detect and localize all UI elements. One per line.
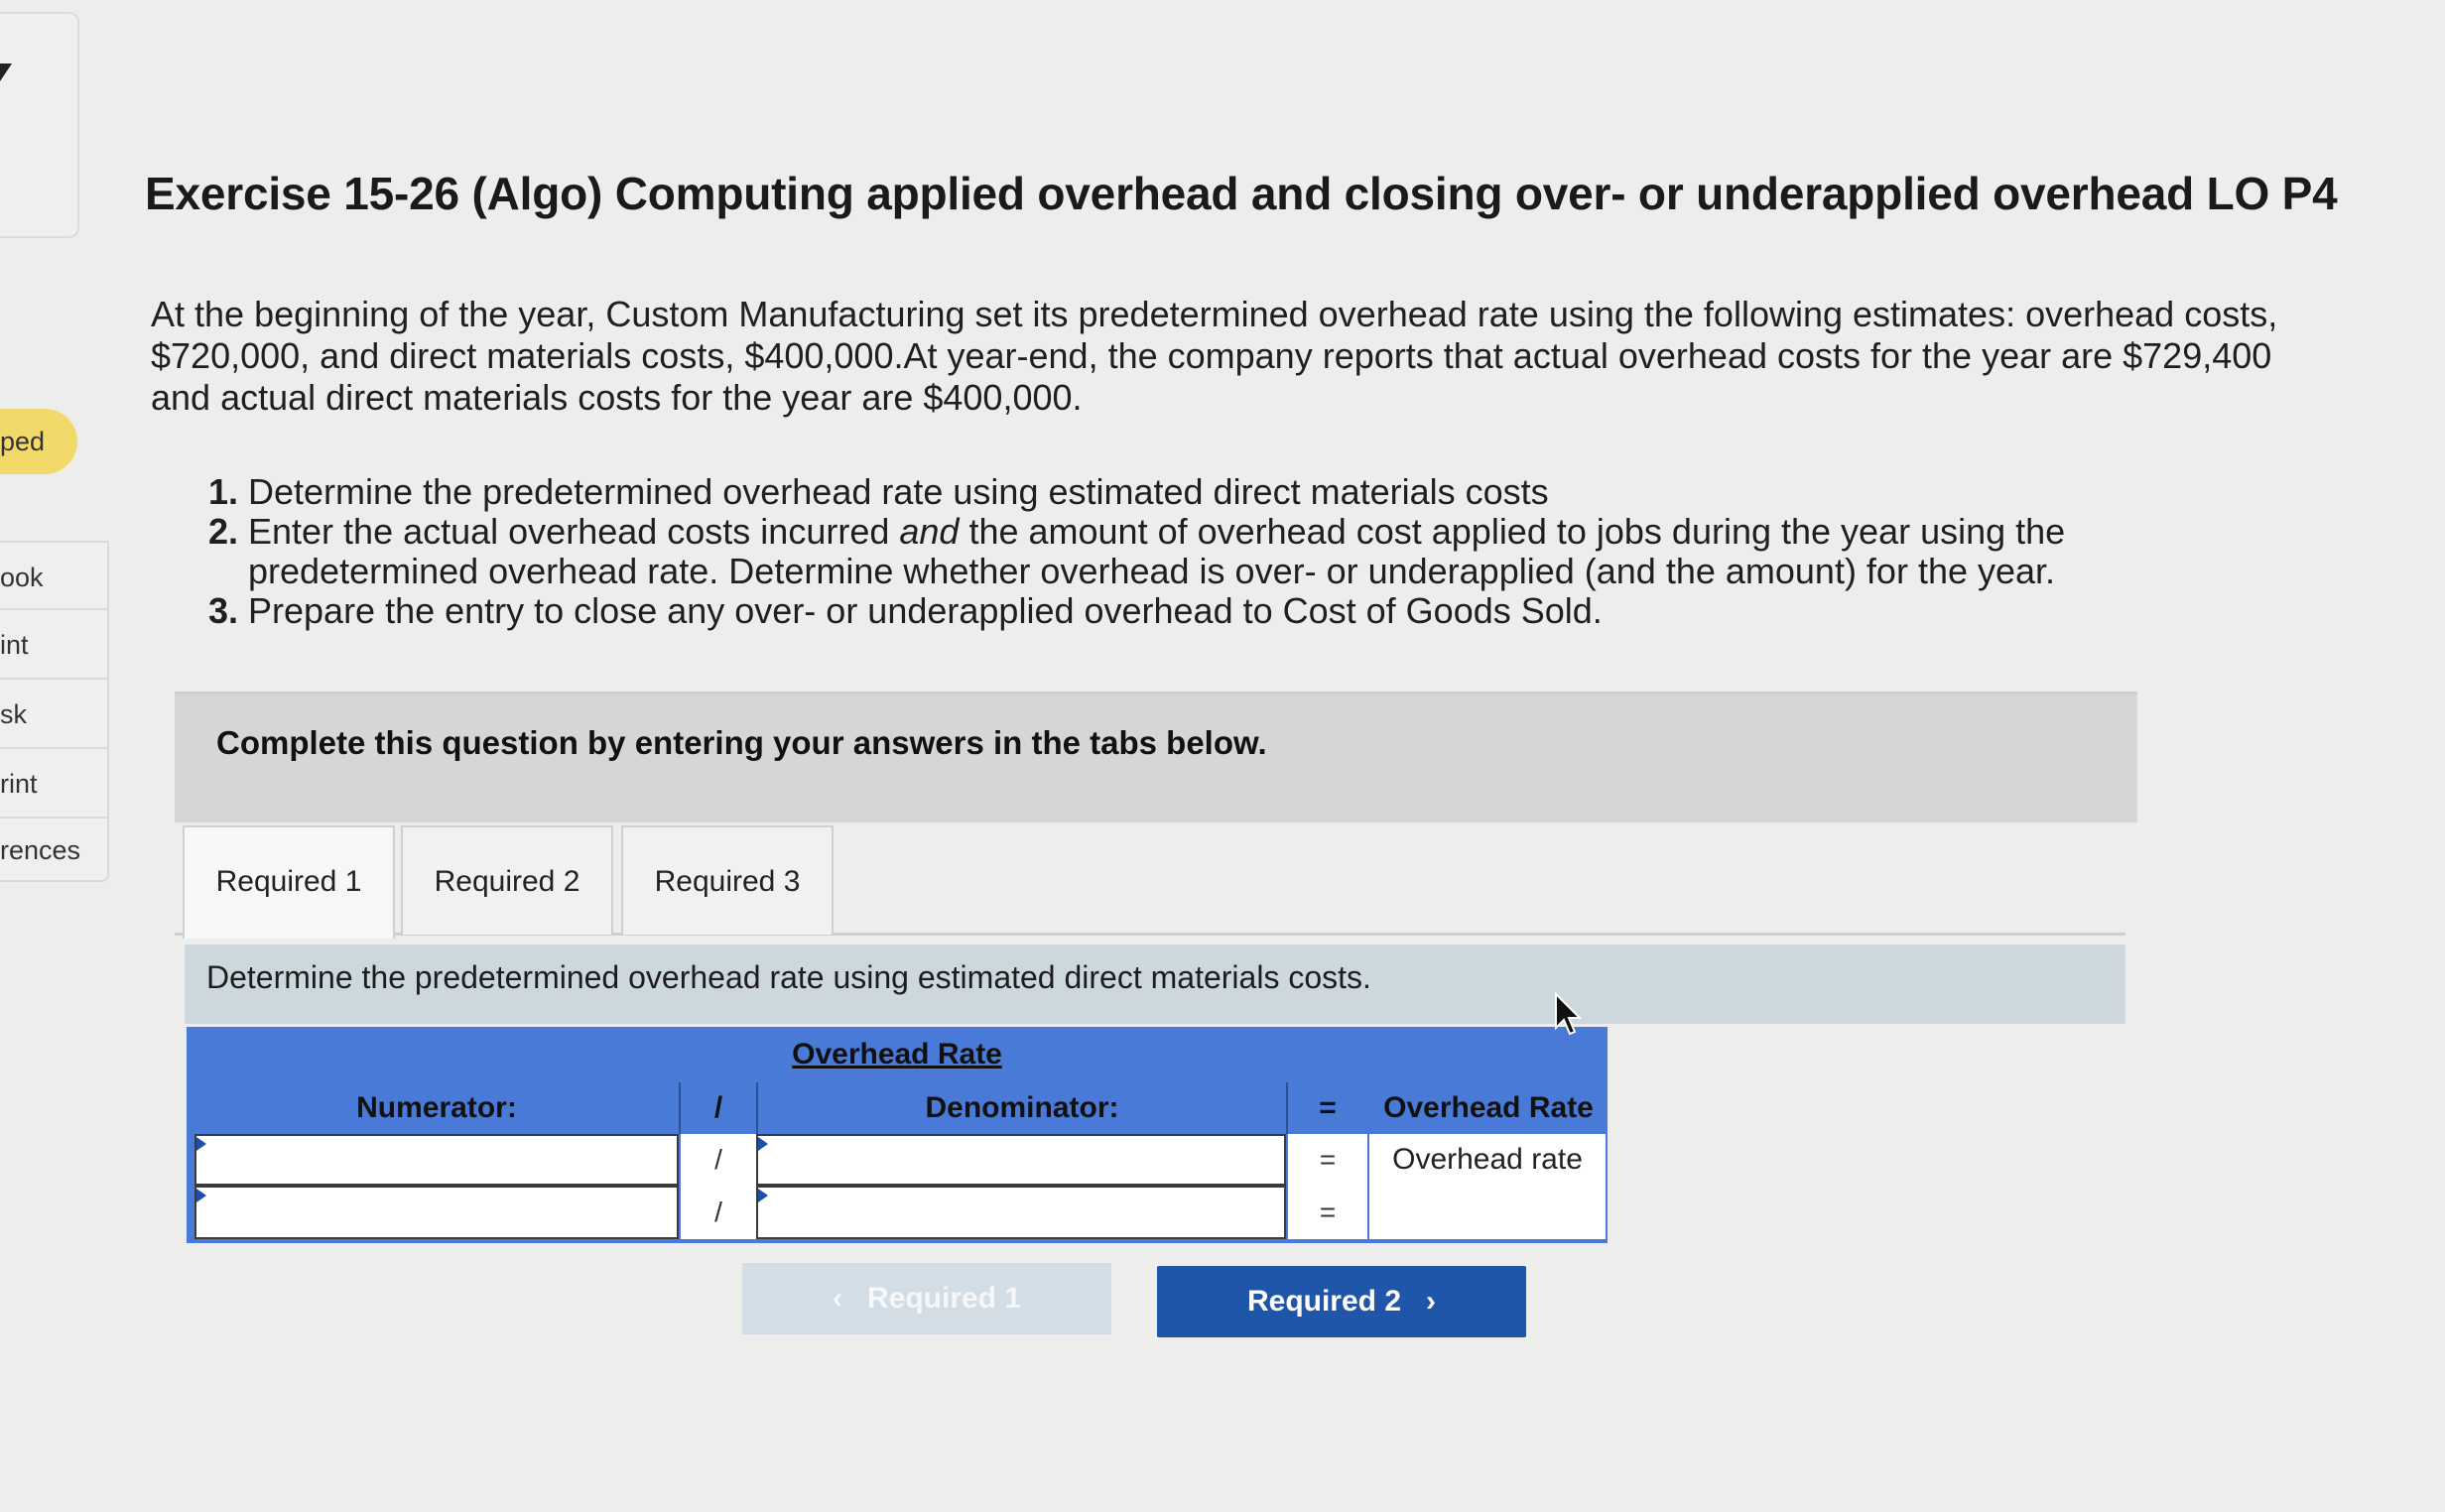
- task-item: 2. Enter the actual overhead costs incur…: [208, 512, 2193, 591]
- exercise-title: Exercise 15-26 (Algo) Computing applied …: [145, 168, 2338, 219]
- header-equals: =: [1319, 1091, 1337, 1124]
- next-button[interactable]: Required 2 ›: [1157, 1266, 1526, 1337]
- overhead-rate-label: Overhead rate: [1369, 1134, 1606, 1186]
- row-equals: =: [1288, 1186, 1367, 1239]
- task-text: Enter the actual overhead costs incurred…: [248, 512, 2193, 591]
- header-slash: /: [713, 1091, 723, 1124]
- banner-text: Complete this question by entering your …: [216, 724, 1267, 761]
- task-number: 3.: [208, 590, 239, 631]
- input-marker: [758, 1189, 768, 1202]
- tab-required-2[interactable]: Required 2: [401, 825, 613, 935]
- row-slash: /: [681, 1134, 756, 1186]
- denominator-input[interactable]: [756, 1134, 1286, 1186]
- sidebar-panel: [0, 12, 79, 238]
- tab-required-3[interactable]: Required 3: [621, 825, 834, 935]
- input-marker: [196, 1189, 206, 1202]
- tab-instruction: Determine the predetermined overhead rat…: [185, 945, 2125, 1024]
- task-number: 2.: [208, 511, 239, 552]
- status-badge[interactable]: ped: [0, 409, 77, 474]
- task-item: 1. Determine the predetermined overhead …: [208, 472, 2193, 512]
- task-text: Prepare the entry to close any over- or …: [248, 590, 1603, 631]
- instructions-banner: Complete this question by entering your …: [175, 692, 2137, 822]
- prev-button[interactable]: ‹ Required 1: [742, 1263, 1111, 1334]
- table-caption-text: Overhead Rate: [792, 1038, 1002, 1071]
- task-text-part: Enter the actual overhead costs incurred: [248, 511, 900, 552]
- numerator-input[interactable]: [194, 1134, 679, 1186]
- exercise-intro: At the beginning of the year, Custom Man…: [151, 294, 2278, 418]
- sidebar-marker: [0, 63, 12, 81]
- chevron-left-icon: ‹: [832, 1282, 842, 1315]
- input-marker: [758, 1137, 768, 1151]
- sidebar-item-hint[interactable]: int: [0, 610, 109, 680]
- header-result: Overhead Rate: [1369, 1082, 1608, 1134]
- task-text-emphasis: and: [899, 511, 960, 552]
- input-marker: [196, 1137, 206, 1151]
- task-list: 1. Determine the predetermined overhead …: [208, 472, 2193, 631]
- sidebar-item-ask[interactable]: sk: [0, 680, 109, 749]
- sidebar-menu: ook int sk rint rences: [0, 541, 109, 882]
- task-text: Determine the predetermined overhead rat…: [248, 471, 1549, 512]
- tab-required-1[interactable]: Required 1: [183, 825, 395, 939]
- next-button-label: Required 2: [1246, 1285, 1402, 1318]
- header-denominator: Denominator:: [925, 1091, 1119, 1124]
- row-equals: =: [1288, 1134, 1367, 1186]
- prev-button-label: Required 1: [866, 1282, 1022, 1315]
- numerator-input[interactable]: [194, 1186, 679, 1239]
- header-numerator: Numerator:: [356, 1091, 517, 1124]
- row-slash: /: [681, 1186, 756, 1239]
- task-item: 3. Prepare the entry to close any over- …: [208, 591, 2193, 631]
- chevron-right-icon: ›: [1426, 1285, 1437, 1318]
- sidebar-item-references[interactable]: rences: [0, 819, 109, 882]
- denominator-input[interactable]: [756, 1186, 1286, 1239]
- sidebar-item-print[interactable]: rint: [0, 749, 109, 819]
- mouse-cursor-icon: [1555, 992, 1583, 1036]
- task-number: 1.: [208, 471, 239, 512]
- sidebar-item-ebook[interactable]: ook: [0, 541, 109, 610]
- table-caption: Overhead Rate: [187, 1027, 1608, 1082]
- overhead-rate-output: [1369, 1186, 1606, 1239]
